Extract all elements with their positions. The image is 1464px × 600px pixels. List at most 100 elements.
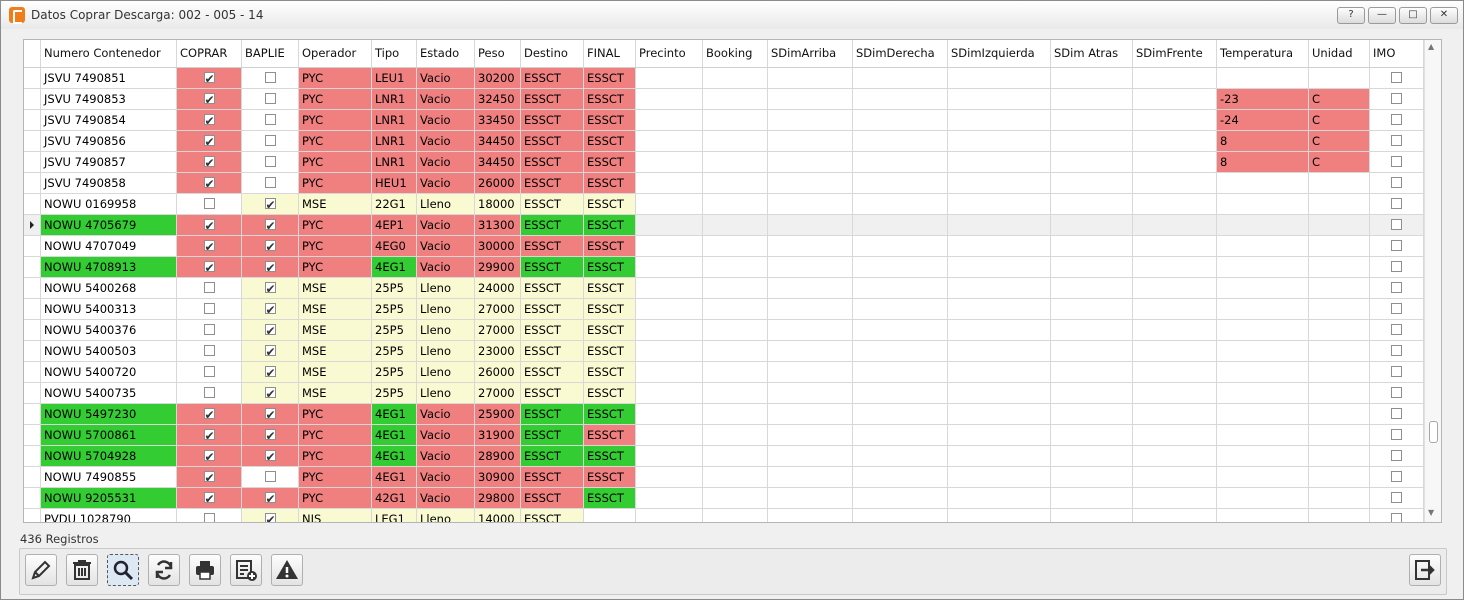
cell-final[interactable]: ESSCT	[584, 341, 636, 362]
cell-booking[interactable]	[703, 425, 768, 446]
cell-fre[interactable]	[1133, 110, 1217, 131]
cell-dest[interactable]: ESSCT	[521, 404, 584, 425]
cell-dest[interactable]: ESSCT	[521, 467, 584, 488]
cell-booking[interactable]	[703, 236, 768, 257]
cell-sup[interactable]	[768, 278, 853, 299]
table-row[interactable]: NOWU 0169958MSE22G1Lleno18000ESSCTESSCT	[24, 194, 1424, 215]
cell-peso[interactable]: 34450	[475, 152, 521, 173]
cell-estado[interactable]: Vacio	[417, 488, 475, 509]
cell-precinto[interactable]	[636, 236, 703, 257]
cell-op[interactable]: MSE	[299, 362, 372, 383]
cell-tipo[interactable]: 25P5	[372, 383, 417, 404]
cell-unidad[interactable]	[1309, 236, 1370, 257]
coprar-checkbox[interactable]	[203, 153, 215, 172]
baplie-checkbox[interactable]	[264, 279, 276, 298]
table-row[interactable]: JSVU 7490853PYCLNR1Vacio32450ESSCTESSCT-…	[24, 89, 1424, 110]
cell-estado[interactable]: Lleno	[417, 194, 475, 215]
cell-der[interactable]	[853, 320, 948, 341]
cell-der[interactable]	[853, 341, 948, 362]
coprar-checkbox[interactable]	[203, 282, 215, 293]
cell-sup[interactable]	[768, 383, 853, 404]
cell-precinto[interactable]	[636, 68, 703, 89]
cell-dest[interactable]: ESSCT	[521, 488, 584, 509]
cell-sup[interactable]	[768, 131, 853, 152]
row-selector[interactable]	[24, 509, 41, 522]
cell-final[interactable]: ESSCT	[584, 194, 636, 215]
cell-precinto[interactable]	[636, 173, 703, 194]
cell-fre[interactable]	[1133, 362, 1217, 383]
cell-final[interactable]: ESSCT	[584, 236, 636, 257]
baplie-checkbox[interactable]	[264, 72, 276, 83]
cell-temp[interactable]	[1217, 320, 1309, 341]
cell-der[interactable]	[853, 425, 948, 446]
cell-booking[interactable]	[703, 194, 768, 215]
imo-checkbox[interactable]	[1391, 198, 1402, 209]
cell-der[interactable]	[853, 194, 948, 215]
cell-cont[interactable]: JSVU 7490857	[41, 152, 177, 173]
cell-peso[interactable]: 28900	[475, 446, 521, 467]
cell-estado[interactable]: Lleno	[417, 299, 475, 320]
cell-unidad[interactable]	[1309, 257, 1370, 278]
cell-cont[interactable]: JSVU 7490853	[41, 89, 177, 110]
cell-atr[interactable]	[1051, 215, 1133, 236]
cell-atr[interactable]	[1051, 320, 1133, 341]
cell-der[interactable]	[853, 173, 948, 194]
row-selector[interactable]	[24, 383, 41, 404]
cell-final[interactable]	[584, 509, 636, 522]
cell-estado[interactable]: Vacio	[417, 131, 475, 152]
cell-dest[interactable]: ESSCT	[521, 383, 584, 404]
cell-atr[interactable]	[1051, 68, 1133, 89]
cell-izq[interactable]	[948, 299, 1051, 320]
coprar-checkbox[interactable]	[203, 426, 215, 445]
cell-unidad[interactable]: C	[1309, 152, 1370, 173]
scroll-thumb[interactable]	[1429, 421, 1438, 443]
cell-final[interactable]: ESSCT	[584, 467, 636, 488]
cell-final[interactable]: ESSCT	[584, 425, 636, 446]
column-header-destino[interactable]: Destino	[521, 40, 584, 67]
coprar-checkbox[interactable]	[203, 489, 215, 508]
cell-precinto[interactable]	[636, 278, 703, 299]
row-selector[interactable]	[24, 467, 41, 488]
row-selector[interactable]	[24, 425, 41, 446]
cell-fre[interactable]	[1133, 404, 1217, 425]
cell-sup[interactable]	[768, 320, 853, 341]
cell-tipo[interactable]: 4EG0	[372, 236, 417, 257]
cell-tipo[interactable]: 4EG1	[372, 467, 417, 488]
cell-booking[interactable]	[703, 404, 768, 425]
cell-temp[interactable]: 8	[1217, 131, 1309, 152]
column-header-temperatura[interactable]: Temperatura	[1217, 40, 1309, 67]
cell-sup[interactable]	[768, 425, 853, 446]
cell-atr[interactable]	[1051, 362, 1133, 383]
cell-fre[interactable]	[1133, 152, 1217, 173]
imo-checkbox[interactable]	[1391, 429, 1402, 440]
cell-der[interactable]	[853, 446, 948, 467]
cell-atr[interactable]	[1051, 131, 1133, 152]
cell-op[interactable]: PYC	[299, 404, 372, 425]
table-row[interactable]: NOWU 5704928PYC4EG1Vacio28900ESSCTESSCT	[24, 446, 1424, 467]
cell-estado[interactable]: Vacio	[417, 68, 475, 89]
cell-fre[interactable]	[1133, 68, 1217, 89]
cell-fre[interactable]	[1133, 278, 1217, 299]
cell-sup[interactable]	[768, 194, 853, 215]
column-header-imo[interactable]: IMO	[1370, 40, 1424, 67]
cell-der[interactable]	[853, 488, 948, 509]
cell-booking[interactable]	[703, 467, 768, 488]
table-row[interactable]: NOWU 5400735MSE25P5Lleno27000ESSCTESSCT	[24, 383, 1424, 404]
table-row[interactable]: NOWU 5497230PYC4EG1Vacio25900ESSCTESSCT	[24, 404, 1424, 425]
cell-final[interactable]: ESSCT	[584, 110, 636, 131]
imo-checkbox[interactable]	[1391, 513, 1402, 522]
cell-temp[interactable]	[1217, 68, 1309, 89]
minimize-button[interactable]: —	[1368, 7, 1396, 24]
cell-booking[interactable]	[703, 446, 768, 467]
cell-precinto[interactable]	[636, 425, 703, 446]
cell-op[interactable]: PYC	[299, 425, 372, 446]
cell-peso[interactable]: 26000	[475, 362, 521, 383]
cell-tipo[interactable]: 25P5	[372, 320, 417, 341]
cell-peso[interactable]: 32450	[475, 89, 521, 110]
cell-temp[interactable]	[1217, 257, 1309, 278]
cell-precinto[interactable]	[636, 131, 703, 152]
cell-fre[interactable]	[1133, 383, 1217, 404]
cell-cont[interactable]: NOWU 5700861	[41, 425, 177, 446]
baplie-checkbox[interactable]	[264, 216, 276, 235]
cell-op[interactable]: PYC	[299, 173, 372, 194]
